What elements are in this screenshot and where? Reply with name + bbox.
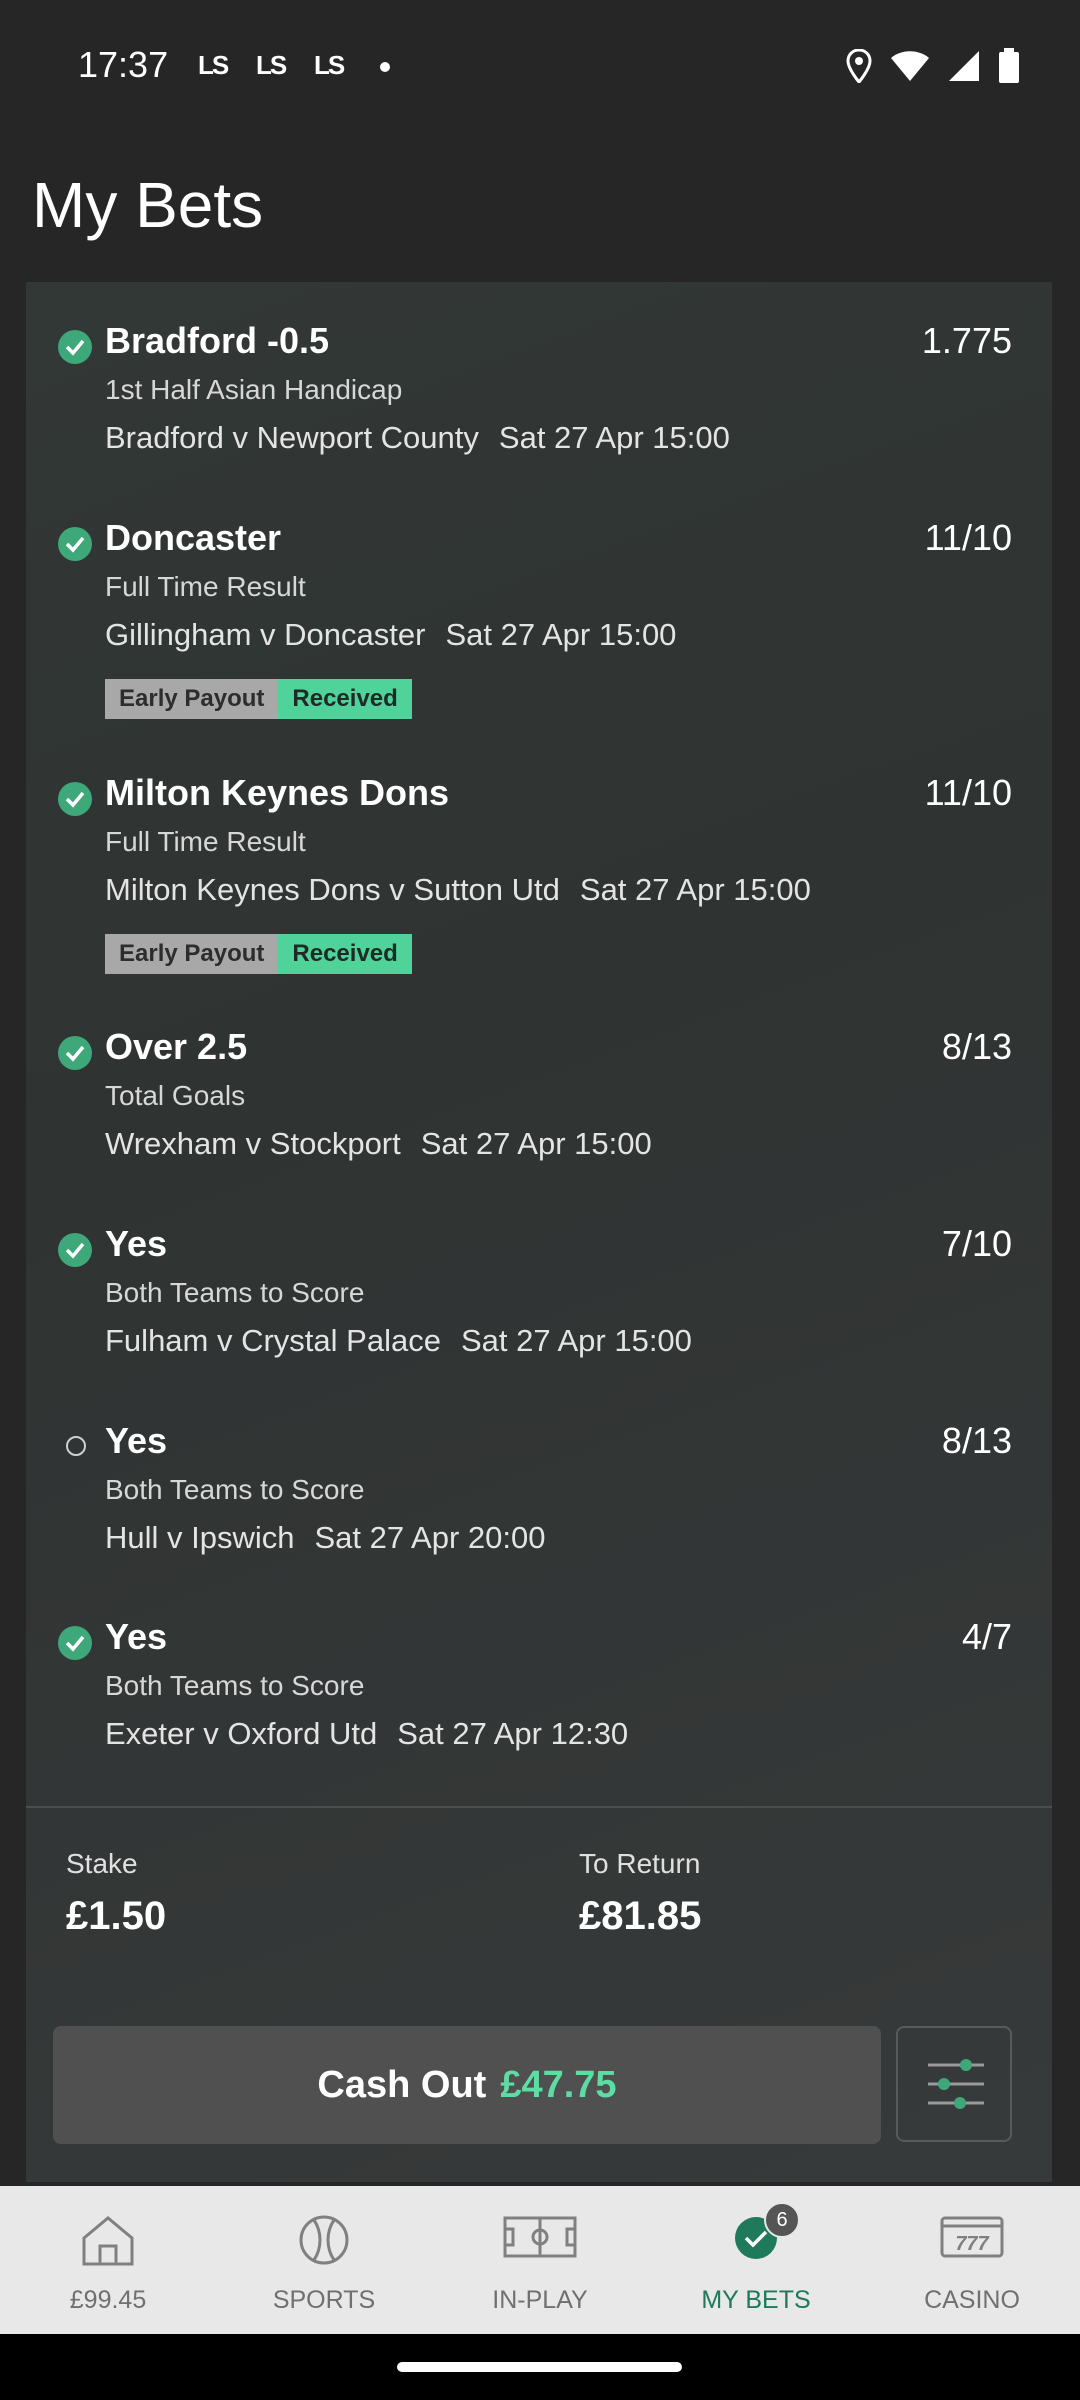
stake-value: £1.50 [66,1894,167,1938]
divider [26,1806,1052,1808]
early-payout-badge: Early Payout Received [105,934,412,974]
bet-selection: Yes [105,1616,168,1657]
event-name: Bradford v Newport County [105,420,479,455]
cash-out-label: Cash Out [317,2063,487,2106]
event-time: Sat 27 Apr 15:00 [445,617,677,652]
bet-event: Bradford v Newport County Sat 27 Apr 15:0… [105,420,730,456]
bets-count-badge: 6 [764,2202,800,2238]
bet-selection: Doncaster [105,517,282,558]
bet-selection: Milton Keynes Dons [105,772,450,813]
notification-dot-icon [380,62,390,72]
svg-text:777: 777 [955,2233,989,2255]
cash-out-amount: £47.75 [500,2063,617,2106]
app-notification-icon: LS [198,50,229,80]
event-name: Fulham v Crystal Palace [105,1323,441,1358]
nav-label: CASINO [924,2286,1020,2314]
bet-odds: 8/13 [941,1026,1012,1067]
won-check-icon [58,330,92,364]
nav-label: SPORTS [272,2286,376,2314]
stake-label: Stake [66,1848,138,1879]
nav-label: MY BETS [701,2286,811,2314]
status-time: 17:37 [78,44,169,85]
app-notification-icon: LS [256,50,287,80]
bottom-nav: £99.45 SPORTS IN-PLAY 6 MY BETS 777 CASI… [0,2186,1080,2334]
gesture-bar [0,2334,1080,2400]
slot-machine-icon: 777 [940,2216,1004,2258]
bet-market: Total Goals [105,1080,246,1111]
bet-selection: Yes [105,1223,168,1264]
cash-out-button[interactable]: Cash Out £47.75 [53,2026,881,2144]
bet-event: Hull v Ipswich Sat 27 Apr 20:00 [105,1520,545,1556]
early-payout-label: Early Payout [105,679,279,719]
event-time: Sat 27 Apr 15:00 [498,420,730,455]
nav-label: £99.45 [69,2286,147,2314]
bet-market: Full Time Result [105,571,306,602]
bet-selection: Over 2.5 [105,1026,248,1067]
won-check-icon [58,527,92,561]
bet-event: Milton Keynes Dons v Sutton Utd Sat 27 Ap… [105,872,811,908]
bet-slip-card[interactable]: Bradford -0.5 1.775 1st Half Asian Handi… [26,282,1052,2182]
event-name: Gillingham v Doncaster [105,617,426,652]
early-payout-status: Received [278,934,412,974]
sliders-icon [928,2059,984,2109]
nav-label: IN-PLAY [492,2286,588,2314]
bet-selection: Bradford -0.5 [105,320,330,361]
battery-icon [999,48,1019,83]
bet-odds: 11/10 [924,772,1012,813]
bet-odds: 11/10 [924,517,1012,558]
won-check-icon [58,1036,92,1070]
bet-event: Wrexham v Stockport Sat 27 Apr 15:00 [105,1126,652,1162]
pitch-icon [503,2216,577,2258]
bet-odds: 1.775 [921,320,1012,361]
location-icon [846,49,872,83]
won-check-icon [58,1233,92,1267]
event-name: Hull v Ipswich [105,1520,295,1555]
event-time: Sat 27 Apr 20:00 [314,1520,546,1555]
page-title: My Bets [32,169,264,241]
nav-item-balance[interactable]: £99.45 [0,2186,216,2334]
status-bar: 17:37 LS LS LS [0,0,1080,135]
ball-icon [299,2215,349,2265]
bet-odds: 4/7 [961,1616,1012,1657]
bet-event: Exeter v Oxford Utd Sat 27 Apr 12:30 [105,1716,628,1752]
home-gesture-handle[interactable] [397,2362,682,2372]
return-label: To Return [579,1848,701,1879]
bet-event: Gillingham v Doncaster Sat 27 Apr 15:00 [105,617,676,653]
pending-circle-icon [66,1436,86,1456]
bet-odds: 7/10 [941,1223,1012,1264]
event-name: Wrexham v Stockport [105,1126,401,1161]
wifi-icon [891,51,929,81]
bet-market: Both Teams to Score [105,1474,365,1505]
bet-market: Both Teams to Score [105,1277,365,1308]
event-name: Exeter v Oxford Utd [105,1716,378,1751]
app-notification-icon: LS [314,50,345,80]
event-name: Milton Keynes Dons v Sutton Utd [105,872,560,907]
bet-odds: 8/13 [941,1420,1012,1461]
bet-selection: Yes [105,1420,168,1461]
event-time: Sat 27 Apr 12:30 [397,1716,629,1751]
bet-market: Full Time Result [105,826,306,857]
signal-icon [949,51,979,81]
bet-market: Both Teams to Score [105,1670,365,1701]
bet-event: Fulham v Crystal Palace Sat 27 Apr 15:00 [105,1323,692,1359]
event-time: Sat 27 Apr 15:00 [579,872,811,907]
early-payout-badge: Early Payout Received [105,679,412,719]
early-payout-status: Received [278,679,412,719]
event-time: Sat 27 Apr 15:00 [420,1126,652,1161]
won-check-icon [58,782,92,816]
nav-item-in-play[interactable]: IN-PLAY [432,2186,648,2334]
return-value: £81.85 [579,1894,702,1938]
status-icons [846,48,1020,84]
cash-out-settings-button[interactable] [896,2026,1012,2142]
bet-market: 1st Half Asian Handicap [105,374,403,405]
event-time: Sat 27 Apr 15:00 [460,1323,692,1358]
nav-item-my-bets[interactable]: 6 MY BETS [648,2186,864,2334]
nav-item-sports[interactable]: SPORTS [216,2186,432,2334]
home-icon [82,2216,134,2266]
won-check-icon [58,1626,92,1660]
nav-item-casino[interactable]: 777 CASINO [864,2186,1080,2334]
early-payout-label: Early Payout [105,934,279,974]
